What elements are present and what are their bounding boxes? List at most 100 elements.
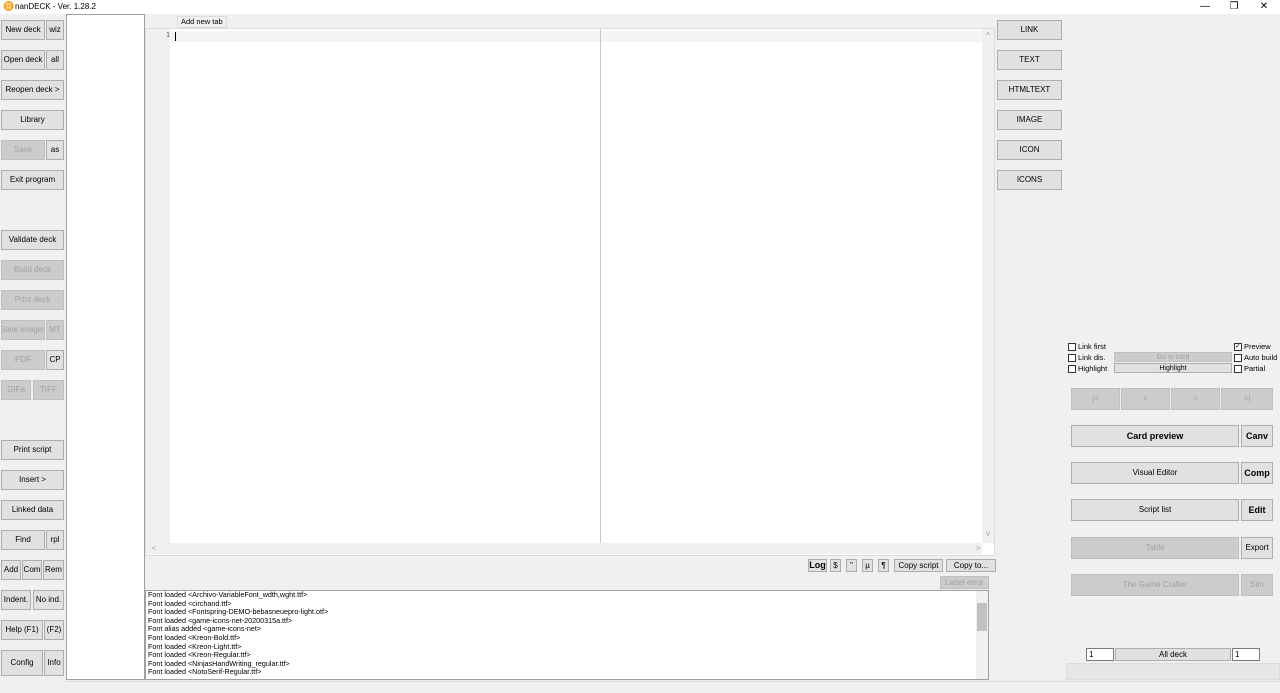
log-line: Font loaded <game-icons-net-20200315a.tt… (148, 615, 293, 625)
log-line: Font loaded <Kreon-Light.ttf> (148, 641, 242, 651)
partial-checkbox[interactable]: Partial (1234, 364, 1265, 373)
no-indent-button[interactable]: No ind. (33, 590, 64, 610)
reopen-deck-button[interactable]: Reopen deck > (1, 80, 64, 100)
build-deck-button[interactable]: Build deck (1, 260, 64, 280)
insert-button[interactable]: Insert > (1, 470, 64, 490)
range-to-input[interactable]: 1 (1232, 648, 1260, 661)
auto-build-checkbox[interactable]: Auto build (1234, 353, 1277, 362)
print-script-button[interactable]: Print script (1, 440, 64, 460)
directive-text-button[interactable]: TEXT (997, 50, 1062, 70)
directive-link-button[interactable]: LINK (997, 20, 1062, 40)
log-panel[interactable]: Font loaded <Archivo-VariableFont_wdth,w… (145, 590, 989, 680)
remove-comment-button[interactable]: Rem (43, 560, 64, 580)
config-button[interactable]: Config (1, 650, 43, 676)
edit-button[interactable]: Edit (1241, 499, 1273, 521)
directive-image-button[interactable]: IMAGE (997, 110, 1062, 130)
all-deck-button[interactable]: All deck (1115, 648, 1231, 661)
text-caret (175, 32, 176, 41)
next-card-button[interactable]: > (1171, 388, 1220, 410)
log-line: Font loaded <NinjasHandWriting_regular.t… (148, 658, 290, 668)
script-list-button[interactable]: Script list (1071, 499, 1239, 521)
indent-button[interactable]: Indent. (1, 590, 31, 610)
scroll-right-icon[interactable]: > (972, 544, 984, 553)
comp-button[interactable]: Comp (1241, 462, 1273, 484)
range-from-input[interactable]: 1 (1086, 648, 1114, 661)
info-button[interactable]: Info (44, 650, 64, 676)
quote-button[interactable]: " (846, 559, 857, 572)
exit-program-button[interactable]: Exit program (1, 170, 64, 190)
auto-build-label: Auto build (1244, 353, 1278, 362)
validate-deck-button[interactable]: Validate deck (1, 230, 64, 250)
label-error-button[interactable]: Label error (940, 576, 989, 589)
mu-button[interactable]: µ (862, 559, 873, 572)
deck-tree-panel[interactable] (66, 14, 145, 680)
line-gutter (146, 29, 170, 543)
editor-margin-line (600, 29, 601, 543)
copy-to-button[interactable]: Copy to... (946, 559, 996, 572)
add-new-tab[interactable]: Add new tab (177, 16, 227, 28)
restore-icon[interactable]: ❐ (1218, 0, 1250, 14)
save-button[interactable]: Save (1, 140, 45, 160)
gifa-button[interactable]: GIFa (1, 380, 31, 400)
scroll-left-icon[interactable]: < (148, 544, 160, 553)
preview-status-bar (1066, 663, 1280, 680)
script-editor[interactable] (145, 28, 995, 556)
log-line: Font loaded <Archivo-VariableFont_wdth,w… (148, 590, 308, 599)
highlight-checkbox[interactable]: Highlight (1068, 364, 1107, 373)
mt-button[interactable]: MT (46, 320, 64, 340)
log-scroll-thumb[interactable] (977, 603, 987, 631)
help-button[interactable]: Help (F1) (1, 620, 43, 640)
log-button[interactable]: Log (808, 559, 827, 572)
game-crafter-button[interactable]: The Game Crafter (1071, 574, 1239, 596)
save-as-button[interactable]: as (46, 140, 64, 160)
scroll-up-icon[interactable]: ^ (982, 31, 994, 40)
link-dis-checkbox[interactable]: Link dis. (1068, 353, 1106, 362)
link-first-checkbox[interactable]: Link first (1068, 342, 1106, 351)
close-icon[interactable]: ✕ (1248, 0, 1280, 14)
pdf-button[interactable]: PDF (1, 350, 45, 370)
highlight-button[interactable]: Highlight (1114, 363, 1232, 373)
scroll-down-icon[interactable]: v (982, 529, 994, 538)
comment-button[interactable]: Com (22, 560, 42, 580)
new-deck-button[interactable]: New deck (1, 20, 45, 40)
linked-data-button[interactable]: Linked data (1, 500, 64, 520)
minimize-icon[interactable]: — (1189, 0, 1221, 14)
preview-checkbox[interactable]: ✓ Preview (1234, 342, 1271, 351)
last-card-button[interactable]: >| (1221, 388, 1273, 410)
add-button[interactable]: Add (1, 560, 21, 580)
replace-button[interactable]: rpl (46, 530, 64, 550)
dollar-button[interactable]: $ (830, 559, 841, 572)
open-all-button[interactable]: all (46, 50, 64, 70)
title-bar: ♊ nanDECK - Ver. 1.28.2 — ❐ ✕ (0, 0, 1280, 14)
cp-button[interactable]: CP (46, 350, 64, 370)
table-button[interactable]: Table (1071, 537, 1239, 559)
check-icon: ✓ (1234, 342, 1242, 351)
library-button[interactable]: Library (1, 110, 64, 130)
pilcrow-button[interactable]: ¶ (878, 559, 889, 572)
wizard-button[interactable]: wiz (46, 20, 64, 40)
editor-vertical-scrollbar[interactable]: ^ v (982, 29, 994, 543)
export-button[interactable]: Export (1241, 537, 1273, 559)
print-deck-button[interactable]: Print deck (1, 290, 64, 310)
help-f2-button[interactable]: (F2) (44, 620, 64, 640)
directive-htmltext-button[interactable]: HTMLTEXT (997, 80, 1062, 100)
go-to-card-button[interactable]: Go to card (1114, 352, 1232, 362)
log-line: Font alias added <game-icons-net> (148, 624, 262, 634)
card-preview-button[interactable]: Card preview (1071, 425, 1239, 447)
sim-button[interactable]: Sim (1241, 574, 1273, 596)
tiff-button[interactable]: TIFF (33, 380, 64, 400)
highlight-label: Highlight (1078, 364, 1108, 373)
canvas-button[interactable]: Canv (1241, 425, 1273, 447)
copy-script-button[interactable]: Copy script (894, 559, 943, 572)
prev-card-button[interactable]: < (1121, 388, 1170, 410)
directive-icon-button[interactable]: ICON (997, 140, 1062, 160)
directive-icons-button[interactable]: ICONS (997, 170, 1062, 190)
editor-horizontal-scrollbar[interactable]: < > (146, 543, 982, 554)
open-deck-button[interactable]: Open deck (1, 50, 45, 70)
save-images-button[interactable]: Save images (1, 320, 45, 340)
log-line: Font loaded <NotoSerif-Regular.ttf> (148, 667, 262, 677)
visual-editor-button[interactable]: Visual Editor (1071, 462, 1239, 484)
find-button[interactable]: Find (1, 530, 45, 550)
partial-label: Partial (1244, 364, 1266, 373)
first-card-button[interactable]: |< (1071, 388, 1120, 410)
